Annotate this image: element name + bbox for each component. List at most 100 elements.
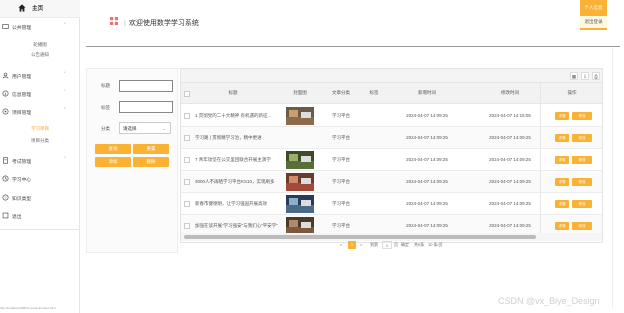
print-icon[interactable]: ⎙ <box>592 72 600 80</box>
table-row[interactable]: 1 贯彻党的二十大精神 有机遇的新征... 学习平台 2024-04-07 14:0… <box>181 105 602 127</box>
tag-label: 标签 <box>101 105 110 110</box>
user-center-button[interactable]: 个人信息 <box>580 0 607 16</box>
cell-updated: 2024-04-07 14:09:25 <box>489 201 531 206</box>
goto-confirm-button[interactable]: 确定 <box>401 241 409 249</box>
cell-updated: 2024-04-07 14:15:05 <box>489 113 531 118</box>
sidebar-sub-study-project[interactable]: 学习项目 <box>0 124 80 134</box>
cell-updated: 2024-04-07 14:09:25 <box>489 157 531 162</box>
cell-updated: 2024-04-07 14:09:25 <box>489 223 531 228</box>
page-title-text: 欢迎使用数学学习系统 <box>128 20 199 27</box>
status-url: http://localhost:8080/xxx/admin/index.ht… <box>0 306 56 310</box>
sidebar-item-knowledge[interactable]: ? 知识类型 <box>0 192 80 204</box>
cell-category: 学习平台 <box>332 223 350 228</box>
category-select[interactable]: 请选择 ⌄ <box>119 122 171 134</box>
scrollbar-thumb[interactable] <box>184 235 536 239</box>
page-current[interactable]: 1 <box>348 241 356 249</box>
sidebar-item-label: 退出 <box>12 215 22 220</box>
title-input[interactable] <box>119 80 173 92</box>
col-title[interactable]: 标题 <box>229 90 238 96</box>
project-icon <box>2 108 9 115</box>
per-page-select[interactable]: 10 条/页 <box>428 241 443 249</box>
cell-updated: 2024-04-07 14:09:25 <box>489 135 531 140</box>
delete-button[interactable]: 删除 <box>133 157 169 167</box>
table-row[interactable]: 学习路 | 贯彻精学习治，精中更进 学习平台 2024-04-07 14:09:25… <box>181 127 602 149</box>
cell-category: 学习平台 <box>332 135 350 140</box>
title-label: 标题 <box>101 83 110 88</box>
chevron-up-icon: ˆ <box>64 23 66 29</box>
row-checkbox[interactable] <box>184 223 190 229</box>
total-count: 共6条 <box>414 242 425 247</box>
cell-title: 1 贯彻党的二十大精神 有机遇的新征... <box>195 113 272 118</box>
page-title: | 欢迎使用数学学习系统 <box>124 20 199 27</box>
cell-category: 学习平台 <box>332 157 350 162</box>
sidebar-item-project[interactable]: 项目管理 ˆ <box>0 106 80 118</box>
export-icon[interactable]: ⇩ <box>581 72 589 80</box>
content-border <box>612 48 613 308</box>
table-row[interactable]: 新春市健德阴，让学习强国开展高效 学习平台 2024-04-07 14:09:25 2… <box>181 193 602 215</box>
cell-title: 新春市健德阴，让学习强国开展高效 <box>195 201 267 206</box>
chevron-up-icon: ˆ <box>64 108 66 114</box>
reset-button[interactable]: 重置 <box>133 144 169 154</box>
sidebar-sub-carousel[interactable]: 轮播图 <box>0 40 80 50</box>
table-row[interactable]: 3000人不再晒学习平台KS10，实现刷多 学习平台 2024-04-07 14:0… <box>181 171 602 193</box>
sidebar-menu: 公共管理 ˆ 轮播图 公告通知 用户管理 ˇ 信息管理 ˇ 项目管理 ˆ 学习项… <box>0 18 80 230</box>
tag-input[interactable] <box>119 101 173 113</box>
col-category[interactable]: 文章分类 <box>332 90 350 96</box>
data-table: ▦ ⇩ ⎙ 标题 封面图 文章分类 标签 新增时间 修改时间 操作 1 贯彻党的… <box>180 68 603 243</box>
cell-title: 加强在读开展"学习强安"与我们心"平安学" <box>195 223 278 228</box>
row-checkbox[interactable] <box>184 179 190 185</box>
columns-icon[interactable]: ▦ <box>570 72 578 80</box>
sidebar-item-label: 公共管理 <box>12 26 32 31</box>
row-checkbox[interactable] <box>184 157 190 163</box>
sidebar-sub-notice[interactable]: 公告通知 <box>0 50 80 60</box>
table-header: 标题 封面图 文章分类 标签 新增时间 修改时间 操作 <box>181 83 602 104</box>
home-icon <box>18 4 26 12</box>
header-divider <box>86 46 620 47</box>
horizontal-scrollbar[interactable] <box>181 233 602 241</box>
col-updated[interactable]: 修改时间 <box>501 90 519 96</box>
sidebar-item-public[interactable]: 公共管理 ˆ <box>0 21 80 33</box>
sidebar-item-exam[interactable]: 考试管理 ˇ <box>0 155 80 167</box>
cell-created: 2024-04-07 14:09:25 <box>406 223 448 228</box>
brand-title: 主页 <box>32 6 44 12</box>
folder-icon <box>2 24 9 29</box>
svg-text:?: ? <box>5 196 7 200</box>
sidebar-brand[interactable]: 主页 <box>0 0 80 18</box>
sidebar-sub-category[interactable]: 项目分类 <box>0 136 80 146</box>
col-created[interactable]: 新增时间 <box>418 90 436 96</box>
cover-image <box>286 195 314 213</box>
add-button[interactable]: 添加 <box>95 157 131 167</box>
prev-page-button[interactable]: < <box>340 241 342 249</box>
row-checkbox[interactable] <box>184 113 190 119</box>
sidebar: 主页 公共管理 ˆ 轮播图 公告通知 用户管理 ˇ 信息管理 ˇ 项目管理 ˆ … <box>0 0 80 313</box>
cover-image <box>286 107 314 125</box>
cell-title: 3000人不再晒学习平台KS10，实现刷多 <box>195 179 275 184</box>
page-input[interactable]: 1 <box>382 241 392 249</box>
sidebar-item-users[interactable]: 用户管理 ˇ <box>0 70 80 82</box>
actions-column-divider <box>540 83 602 233</box>
logout-button[interactable]: 退出登录 <box>580 16 607 30</box>
search-button[interactable]: 查询 <box>95 144 131 154</box>
chevron-down-icon: ⌄ <box>162 126 166 131</box>
chevron-down-icon: ˇ <box>64 90 66 96</box>
row-checkbox[interactable] <box>184 201 190 207</box>
sidebar-item-info[interactable]: 信息管理 ˇ <box>0 88 80 100</box>
category-label: 分类 <box>101 126 110 131</box>
chevron-down-icon: ˇ <box>64 157 66 163</box>
row-checkbox[interactable] <box>184 135 190 141</box>
col-cover: 封面图 <box>293 90 307 95</box>
col-tag[interactable]: 标签 <box>370 90 379 96</box>
goto-label: 到第 <box>370 242 378 247</box>
next-page-button[interactable]: > <box>360 241 362 249</box>
table-row[interactable]: 7 青年攻坚在公交里团联合开展主演学 学习平台 2024-04-07 14:09:2… <box>181 149 602 171</box>
sidebar-item-label: 考试管理 <box>12 160 32 165</box>
sidebar-item-exit[interactable]: 退出 <box>0 210 80 222</box>
sidebar-item-study-center[interactable]: 学习中心 <box>0 173 80 185</box>
cell-created: 2024-04-07 14:09:25 <box>406 157 448 162</box>
cell-title: 学习路 | 贯彻精学习治，精中更进 <box>195 135 262 140</box>
select-all-checkbox[interactable] <box>184 91 190 97</box>
app-root: 主页 公共管理 ˆ 轮播图 公告通知 用户管理 ˇ 信息管理 ˇ 项目管理 ˆ … <box>0 0 624 313</box>
sidebar-item-label: 项目管理 <box>12 111 32 116</box>
cell-created: 2024-04-07 14:09:25 <box>406 201 448 206</box>
search-panel: 标题 标签 分类 请选择 ⌄ 查询 重置 添加 删除 <box>86 68 178 253</box>
